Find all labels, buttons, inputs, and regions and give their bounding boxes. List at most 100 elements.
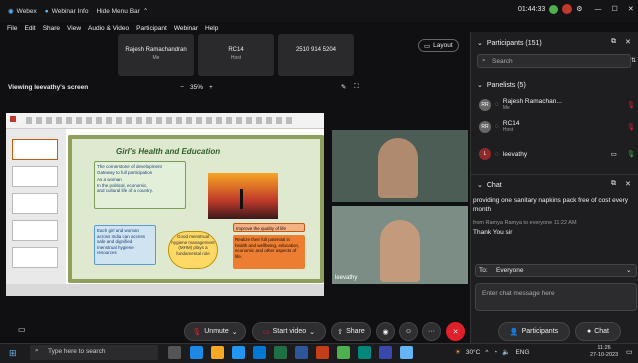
chat-header[interactable]: ⌄ Chat xyxy=(477,181,502,190)
maximize-icon[interactable]: ☐ xyxy=(612,5,618,13)
file-explorer-icon[interactable] xyxy=(211,346,224,359)
system-tray: ☀ 30°C ^ ◔ 🔈 ENG xyxy=(455,348,530,357)
ppt-status-bar xyxy=(6,284,324,296)
menu-participant[interactable]: Participant xyxy=(136,25,167,32)
taskbar-clock[interactable]: 11:26 27-10-2023 xyxy=(590,345,618,359)
slide-box-text: and cultural life of a country. xyxy=(97,188,153,193)
unmute-button[interactable]: 🎙 Unmute ⌄ xyxy=(184,322,246,341)
popout-icon[interactable]: ⧉ xyxy=(611,38,616,46)
slide-thumbnail[interactable] xyxy=(12,220,58,241)
record-button[interactable]: ◉ xyxy=(376,322,395,341)
chrome-icon[interactable] xyxy=(337,346,350,359)
panelist-row[interactable]: L ◌ leevathy ▭ 🎙 xyxy=(479,148,635,160)
layout-button[interactable]: ▭ Layout xyxy=(418,39,459,52)
word-icon[interactable] xyxy=(295,346,308,359)
close-panel-icon[interactable]: ✕ xyxy=(625,180,631,188)
share-label: Share xyxy=(346,328,365,335)
chat-button[interactable]: ● Chat xyxy=(575,322,621,341)
mail-icon[interactable] xyxy=(232,346,245,359)
windows-start-icon[interactable]: ⊞ xyxy=(9,348,17,359)
participants-button[interactable]: 👤 Participants xyxy=(498,322,570,341)
start-video-button[interactable]: ▭ Start video ⌄ xyxy=(252,322,326,341)
webex-tab[interactable]: ◉ Webex xyxy=(8,7,37,16)
slide-thumbnail[interactable] xyxy=(12,139,58,160)
record-icon: ◉ xyxy=(382,328,389,336)
silhouette-figure xyxy=(240,189,243,209)
unmute-label: Unmute xyxy=(204,328,229,335)
store-icon[interactable] xyxy=(253,346,266,359)
menu-view[interactable]: View xyxy=(67,25,81,32)
participant-tile[interactable]: RC14 Host xyxy=(198,34,274,76)
task-view-icon[interactable] xyxy=(168,346,181,359)
webinar-info-button[interactable]: ● Webinar Info xyxy=(45,8,89,15)
participant-tile[interactable]: 2510 914 5204 xyxy=(278,34,354,76)
menu-file[interactable]: File xyxy=(7,25,17,32)
slide-box-potential: Realize their full potential in health a… xyxy=(233,235,305,269)
muted-mic-icon[interactable]: 🎙 xyxy=(627,123,635,131)
menu-edit[interactable]: Edit xyxy=(24,25,35,32)
search-input[interactable]: ⌕ Search xyxy=(477,54,631,68)
chat-recipient-select[interactable]: To: Everyone ⌄ xyxy=(475,264,637,277)
close-icon[interactable]: ✕ xyxy=(628,5,634,13)
chat-placeholder: Enter chat message here xyxy=(482,290,555,297)
gear-icon[interactable]: ⚙ xyxy=(576,5,582,13)
chat-input[interactable]: Enter chat message here xyxy=(475,283,637,311)
language-indicator[interactable]: ENG xyxy=(515,349,529,356)
menu-webinar[interactable]: Webinar xyxy=(174,25,198,32)
panelist-row[interactable]: RR ◌ RC14 Host 🎙 xyxy=(479,120,635,133)
minimize-icon[interactable]: — xyxy=(595,6,602,13)
video-icon[interactable]: ▭ xyxy=(611,150,617,158)
network-icon[interactable]: ◔ xyxy=(493,349,497,356)
slide-thumbnail[interactable] xyxy=(12,193,58,214)
muted-mic-icon[interactable]: 🎙 xyxy=(627,101,635,109)
menu-share[interactable]: Share xyxy=(43,25,60,32)
divider xyxy=(471,174,638,175)
panelist-row[interactable]: RR ◌ Rajesh Ramachan... Me 🎙 xyxy=(479,98,635,111)
video-tile-leevathy[interactable]: leevathy xyxy=(332,206,468,284)
participants-header[interactable]: ⌄ Participants (151) xyxy=(477,39,542,48)
start-video-label: Start video xyxy=(272,328,307,335)
notifications-icon[interactable]: ▭ xyxy=(626,348,633,356)
teams-icon[interactable] xyxy=(400,346,413,359)
slide-thumbnail[interactable] xyxy=(12,166,58,187)
panelist-role: Me xyxy=(502,105,510,111)
annotate-icon[interactable]: ✎ xyxy=(341,83,346,91)
volume-icon[interactable]: 🔈 xyxy=(502,348,510,356)
zoom-out-button[interactable]: − xyxy=(180,84,184,91)
excel-icon[interactable] xyxy=(274,346,287,359)
participant-tile[interactable]: Rajesh Ramachandran Me xyxy=(118,34,194,76)
menu-audio-video[interactable]: Audio & Video xyxy=(88,25,129,32)
more-options-button[interactable]: ··· xyxy=(422,322,441,341)
slide-thumbnail[interactable] xyxy=(12,247,58,268)
share-button[interactable]: ⇧ Share xyxy=(331,322,371,341)
taskbar-search[interactable]: ⌕ Type here to search xyxy=(30,345,158,360)
webex-taskbar-icon[interactable] xyxy=(379,346,392,359)
emoji-icon: ☺ xyxy=(404,328,413,335)
app-icon[interactable] xyxy=(358,346,371,359)
shared-screen[interactable]: Girl's Health and Education The cornerst… xyxy=(6,113,324,296)
panelists-header[interactable]: ⌄ Panelists (5) xyxy=(477,81,526,90)
taskbar-search-placeholder: Type here to search xyxy=(48,348,106,355)
fullscreen-icon[interactable]: ⛶ xyxy=(354,83,359,91)
reactions-button[interactable]: ☺ xyxy=(399,322,418,341)
hide-menu-bar-button[interactable]: Hide Menu Bar ⌃ xyxy=(96,7,148,16)
leave-button[interactable]: ✕ xyxy=(446,322,465,341)
close-panel-icon[interactable]: ✕ xyxy=(625,38,631,46)
video-tile-presenter[interactable] xyxy=(332,130,468,202)
mic-icon[interactable]: 🎙 xyxy=(627,150,635,158)
edge-icon[interactable] xyxy=(190,346,203,359)
captions-icon[interactable]: ▭ xyxy=(18,325,26,334)
zoom-in-button[interactable]: + xyxy=(209,84,213,91)
menu-bar: File Edit Share View Audio & Video Parti… xyxy=(0,22,470,34)
powerpoint-icon[interactable] xyxy=(316,346,329,359)
menu-help[interactable]: Help xyxy=(205,25,218,32)
popout-icon[interactable]: ⧉ xyxy=(611,180,616,188)
title-bar: ◉ Webex ● Webinar Info Hide Menu Bar ⌃ 01:4… xyxy=(0,0,638,22)
sort-icon[interactable]: ⇅ xyxy=(631,57,636,64)
slide-box-quality: Improve the quality of life xyxy=(233,223,305,232)
audio-icon: ◌ xyxy=(495,123,499,130)
avatar[interactable] xyxy=(562,4,573,14)
current-slide: Girl's Health and Education The cornerst… xyxy=(68,135,324,283)
tray-chevron-icon[interactable]: ^ xyxy=(485,349,488,356)
chevron-down-icon: ⌄ xyxy=(477,82,483,89)
